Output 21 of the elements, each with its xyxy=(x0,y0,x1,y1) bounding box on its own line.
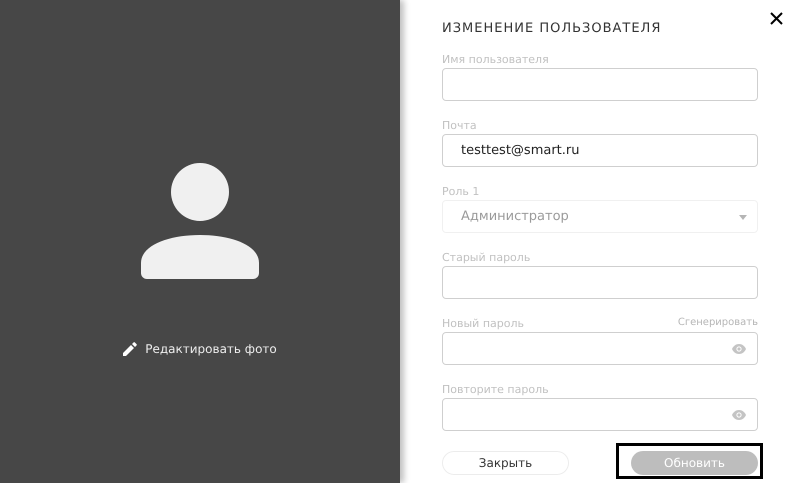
pencil-icon xyxy=(123,342,138,356)
edit-photo-label: Редактировать фото xyxy=(145,341,277,358)
avatar-icon xyxy=(141,163,259,280)
field-label: Почта xyxy=(442,119,477,132)
field-label: Старый пароль xyxy=(442,251,530,264)
field-label: Роль 1 xyxy=(442,185,480,198)
input-field[interactable] xyxy=(442,68,758,101)
input-field[interactable] xyxy=(442,398,758,431)
input-field[interactable] xyxy=(442,332,758,365)
caret-icon xyxy=(739,215,747,220)
field-label: Новый пароль xyxy=(442,317,524,330)
close-button[interactable]: Закрыть xyxy=(442,451,569,475)
form-title: ИЗМЕНЕНИЕ ПОЛЬЗОВАТЕЛЯ xyxy=(442,20,662,38)
field-label: Имя пользователя xyxy=(442,53,549,66)
field-label: Повторите пароль xyxy=(442,383,549,396)
input-field[interactable] xyxy=(442,266,758,299)
close-icon[interactable] xyxy=(770,12,783,25)
input-field[interactable]: testtest@smart.ru xyxy=(442,134,758,167)
eye-icon[interactable] xyxy=(732,344,746,354)
edit-photo-link[interactable]: Редактировать фото xyxy=(123,340,277,358)
eye-icon[interactable] xyxy=(732,410,746,420)
